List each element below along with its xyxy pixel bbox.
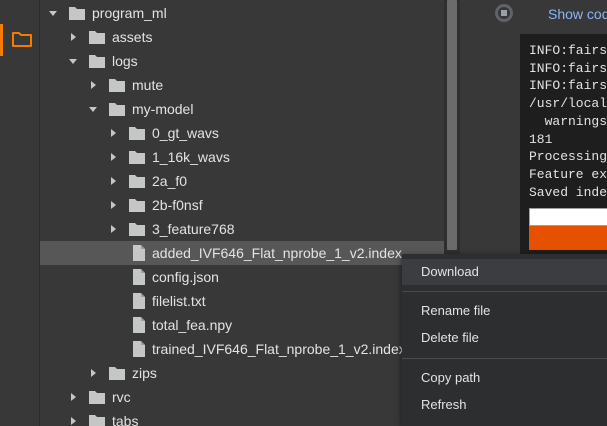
tree-item-label: filelist.txt [152,293,206,309]
tree-folder-row[interactable]: 2a_f0 [40,169,444,193]
output-line: INFO:fairseq [529,60,607,76]
tree-folder-row[interactable]: zips [40,361,444,385]
tree-file-row[interactable]: config.json [40,265,444,289]
tree-item-label: assets [112,29,153,45]
tree-folder-row[interactable]: 2b-f0nsf [40,193,444,217]
file-tree: program_mlassets logs mute my-model 0_gt_wav… [40,0,444,426]
chevron-right-icon[interactable] [109,201,117,209]
folder-icon [129,199,145,212]
tree-item-label: mute [132,77,164,93]
tree-item-label: rvc [112,389,131,405]
chevron-right-icon[interactable] [89,369,97,377]
folder-icon [89,391,105,404]
menu-item-download[interactable]: Download [402,259,607,285]
tree-file-row[interactable]: total_fea.npy [40,313,444,337]
output-line: Saved index [529,184,607,200]
tree-item-label: 1_16k_wavs [152,149,230,165]
activity-rail [0,0,40,426]
chevron-right-icon[interactable] [109,177,117,185]
tree-item-label: my-model [132,101,194,117]
tree-folder-row[interactable]: rvc [40,385,444,409]
output-line: INFO:fairseq [529,78,607,94]
menu-item-refresh[interactable]: Refresh [402,392,607,418]
tree-file-row[interactable]: trained_IVF646_Flat_nprobe_1_v2.index [40,337,444,361]
output-line: INFO:fairseq [529,43,607,58]
menu-divider [402,291,607,292]
files-tab[interactable] [0,24,40,56]
tree-folder-row[interactable]: mute [40,73,444,97]
tree-item-label: program_ml [92,5,167,21]
file-icon [133,245,145,261]
cell-output-text: INFO:fairseq INFO:fairseq INFO:fairseq/usr… [529,42,607,201]
show-code-link[interactable]: Show code [548,6,607,22]
folder-icon [89,415,105,426]
tree-item-label: 0_gt_wavs [152,125,219,141]
folder-icon [129,223,145,236]
tree-folder-row[interactable]: logs [40,49,444,73]
tree-item-label: added_IVF646_Flat_nprobe_1_v2.index [152,245,402,261]
context-menu: Download Rename file Delete file Copy pa… [402,254,607,426]
chevron-down-icon[interactable] [89,105,97,113]
folder-icon [129,151,145,164]
chevron-right-icon[interactable] [109,153,117,161]
tree-scrollbar-thumb[interactable] [447,0,457,250]
chevron-down-icon[interactable] [69,57,77,65]
tree-item-label: config.json [152,269,219,285]
folder-icon [89,55,105,68]
output-line: Feature ext [529,166,607,182]
output-line: warnings. [529,113,607,129]
output-progress-bar [529,226,607,250]
chevron-right-icon[interactable] [69,417,77,425]
menu-item-rename-file[interactable]: Rename file [402,298,607,324]
chevron-right-icon[interactable] [109,225,117,233]
chevron-right-icon[interactable] [89,81,97,89]
output-input-box[interactable] [529,208,607,226]
folder-icon [89,31,105,44]
output-line: 181 [529,131,553,147]
menu-item-delete-file[interactable]: Delete file [402,325,607,351]
tree-folder-row[interactable]: 1_16k_wavs [40,145,444,169]
folder-icon [109,79,125,92]
tree-folder-row[interactable]: 0_gt_wavs [40,121,444,145]
chevron-right-icon[interactable] [69,393,77,401]
tree-item-label: tabs [112,413,139,426]
tree-item-label: 2a_f0 [152,173,188,189]
tree-item-label: 3_feature768 [152,221,235,237]
menu-item-copy-path[interactable]: Copy path [402,365,607,391]
chevron-right-icon[interactable] [69,33,77,41]
tree-item-label: 2b-f0nsf [152,197,203,213]
tree-folder-row[interactable]: 3_feature768 [40,217,444,241]
stop-icon[interactable] [493,2,515,24]
chevron-down-icon[interactable] [49,9,57,17]
code-snippets-icon[interactable] [10,0,30,4]
tree-file-row[interactable]: added_IVF646_Flat_nprobe_1_v2.index [40,241,444,265]
folder-icon [69,7,85,20]
file-icon [133,341,145,357]
file-icon [133,269,145,285]
output-line: Processing [529,149,607,165]
folder-icon [109,367,125,380]
file-icon [133,293,145,309]
output-line: /usr/local/ [529,96,607,112]
tree-folder-row[interactable]: assets [40,25,444,49]
folder-icon [129,127,145,140]
tree-folder-row[interactable]: my-model [40,97,444,121]
folder-icon [109,103,125,116]
folder-icon [12,32,32,47]
tree-file-row[interactable]: filelist.txt [40,289,444,313]
tree-item-label: trained_IVF646_Flat_nprobe_1_v2.index [152,341,406,357]
file-icon [133,317,145,333]
tree-item-label: logs [112,53,138,69]
menu-divider [402,358,607,359]
tree-folder-row[interactable]: tabs [40,409,444,426]
tree-folder-row[interactable]: program_ml [40,1,444,25]
folder-icon [129,175,145,188]
tree-item-label: zips [132,365,157,381]
chevron-right-icon[interactable] [109,129,117,137]
tree-item-label: total_fea.npy [152,317,233,333]
